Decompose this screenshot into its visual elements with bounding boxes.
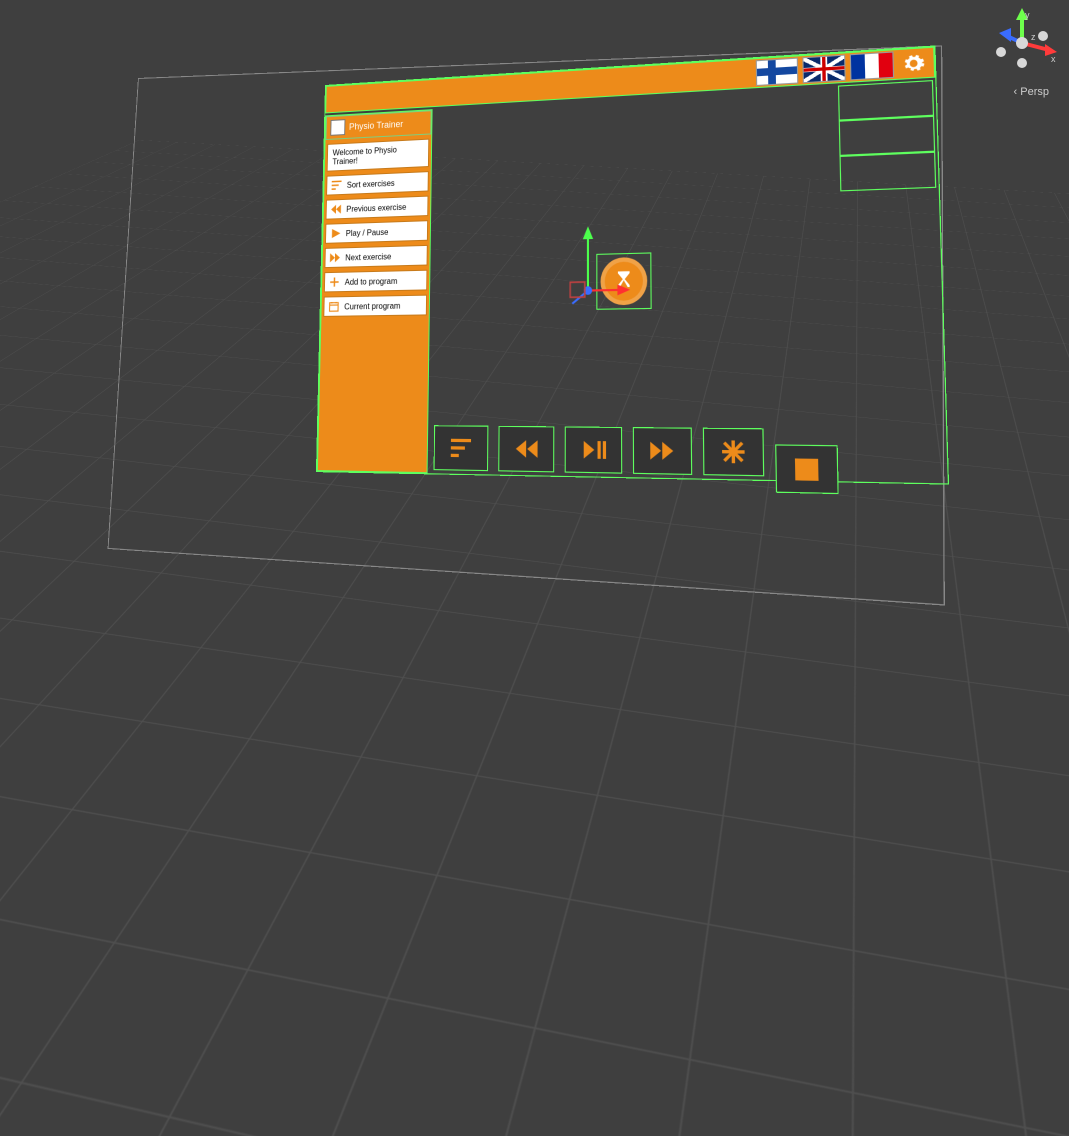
- calendar-icon: [790, 455, 823, 483]
- item-label: Add to program: [345, 276, 398, 286]
- add-button[interactable]: [703, 428, 764, 477]
- add-to-program-item[interactable]: Add to program: [324, 270, 428, 293]
- app-title-bar: Physio Trainer: [326, 110, 432, 140]
- plus-icon: [329, 276, 341, 288]
- france-flag[interactable]: [850, 51, 894, 80]
- item-label: Current program: [344, 301, 400, 311]
- calendar-button[interactable]: [775, 444, 839, 494]
- sort-exercises-item[interactable]: Sort exercises: [326, 171, 429, 196]
- projection-label[interactable]: Persp: [1014, 86, 1049, 98]
- previous-button[interactable]: [498, 426, 554, 473]
- scene-viewport[interactable]: Physio Trainer Welcome to Physio Trainer…: [0, 0, 1069, 568]
- play-pause-icon: [578, 436, 608, 463]
- hourglass-icon: [612, 269, 635, 293]
- calendar-icon: [328, 300, 340, 312]
- axis-z-label: z: [1031, 32, 1036, 42]
- current-program-item[interactable]: Current program: [323, 295, 427, 317]
- finland-flag[interactable]: [756, 58, 799, 86]
- welcome-text: Welcome to Physio Trainer!: [327, 139, 430, 172]
- next-exercise-item[interactable]: Next exercise: [324, 245, 427, 268]
- ui-canvas: Physio Trainer Welcome to Physio Trainer…: [316, 45, 949, 484]
- sort-button[interactable]: [434, 425, 489, 471]
- empty-slot: [838, 80, 934, 121]
- previous-exercise-item[interactable]: Previous exercise: [326, 196, 429, 220]
- sort-icon: [447, 435, 475, 461]
- rewind-icon: [330, 203, 341, 215]
- empty-slot: [839, 152, 936, 192]
- gear-icon: [902, 52, 926, 76]
- bottom-control-bar: [433, 425, 936, 495]
- play-icon: [330, 227, 341, 239]
- axis-x-label: x: [1051, 54, 1056, 64]
- app-logo: [330, 119, 345, 136]
- side-panel: Physio Trainer Welcome to Physio Trainer…: [317, 109, 433, 473]
- asterisk-icon: [717, 438, 749, 466]
- item-label: Next exercise: [345, 252, 391, 262]
- empty-slot: [839, 116, 935, 156]
- forward-icon: [647, 437, 678, 464]
- scene-axis-gizmo[interactable]: x y z: [987, 8, 1057, 78]
- rewind-icon: [512, 436, 541, 463]
- item-label: Play / Pause: [346, 227, 389, 238]
- play-pause-button[interactable]: [565, 426, 623, 473]
- forward-icon: [329, 251, 341, 263]
- item-label: Sort exercises: [347, 178, 395, 189]
- settings-button[interactable]: [898, 50, 929, 76]
- axis-y-label: y: [1025, 10, 1030, 20]
- uk-flag[interactable]: [802, 55, 845, 84]
- next-button[interactable]: [633, 427, 692, 475]
- play-pause-item[interactable]: Play / Pause: [325, 220, 428, 244]
- loading-indicator: [596, 252, 651, 309]
- sort-icon: [331, 179, 342, 191]
- item-label: Previous exercise: [346, 202, 406, 213]
- app-title: Physio Trainer: [349, 119, 403, 132]
